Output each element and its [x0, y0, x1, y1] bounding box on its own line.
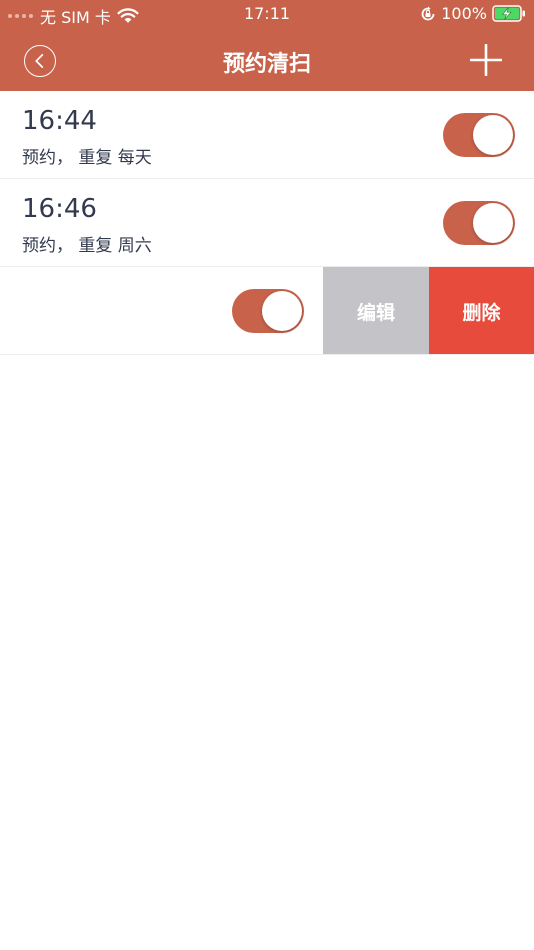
orientation-lock-icon: [421, 6, 435, 20]
schedule-row[interactable]: 16:46 预约， 重复 周六: [0, 179, 534, 267]
nav-bar: 预约清扫: [0, 30, 534, 91]
page-title: 预约清扫: [222, 52, 311, 77]
schedule-toggle[interactable]: [232, 289, 304, 333]
header: 无 SIM 卡 17:11 100% 预约清扫: [0, 0, 534, 91]
battery-percent: 100%: [441, 4, 487, 23]
schedule-description: 预约， 重复 每天: [22, 148, 152, 168]
schedule-row[interactable]: 16:44 预约， 重复 每天: [0, 91, 534, 179]
toggle-knob: [473, 115, 513, 155]
status-bar: 无 SIM 卡 17:11 100%: [0, 0, 534, 30]
schedule-description: 预约， 重复 周六: [22, 236, 152, 256]
schedule-toggle[interactable]: [443, 113, 515, 157]
toggle-knob: [262, 291, 302, 331]
battery-charging-icon: [492, 5, 525, 22]
delete-button[interactable]: 删除: [429, 267, 534, 354]
schedule-toggle[interactable]: [443, 201, 515, 245]
edit-button[interactable]: 编辑: [323, 267, 429, 354]
status-right: 100%: [420, 4, 526, 23]
plus-icon: [470, 44, 502, 76]
add-schedule-button[interactable]: [470, 44, 502, 76]
schedule-list: 16:44 预约， 重复 每天 16:46 预约， 重复 周六 编辑 删除: [0, 91, 534, 355]
schedule-time: 16:44: [22, 106, 97, 136]
schedule-time: 16:46: [22, 194, 97, 224]
schedule-row-swiped[interactable]: 编辑 删除: [0, 267, 534, 355]
toggle-knob: [473, 203, 513, 243]
